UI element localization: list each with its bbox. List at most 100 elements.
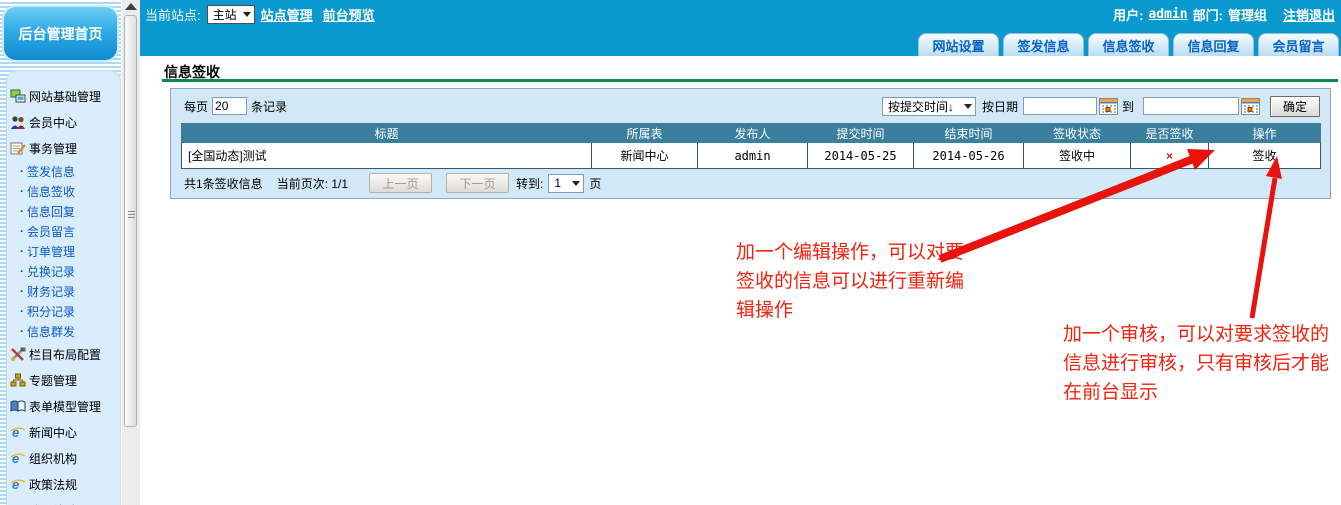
receive-action-link[interactable]: 签收 [1209, 143, 1321, 169]
sidebar-item-affairs[interactable]: 事务管理 [7, 135, 120, 161]
sidebar: 后台管理首页 网站基础管理 会员中心 事务管理 签发信息 信息签收 信息回复 会… [0, 0, 121, 505]
sidebar-item-mass-message[interactable]: 信息群发 [7, 321, 120, 341]
sidebar-item-purchase-subsidy[interactable]: e 购置补贴 [7, 497, 120, 505]
col-status: 签收状态 [1024, 124, 1131, 143]
date-to-input[interactable] [1143, 97, 1239, 115]
sidebar-item-exchange-record[interactable]: 兑换记录 [7, 261, 120, 281]
sidebar-item-info-receive[interactable]: 信息签收 [7, 181, 120, 201]
per-page-suffix: 条记录 [251, 98, 287, 115]
sidebar-item-label: 组织机构 [29, 450, 77, 467]
site-select-value: 主站 [213, 6, 237, 23]
scroll-up-icon[interactable] [125, 3, 137, 10]
username-link[interactable]: admin [1148, 7, 1187, 22]
annotation-edit-note: 加一个编辑操作，可以对要签收的信息可以进行重新编辑操作 [736, 238, 974, 325]
date-to-label: 到 [1122, 98, 1134, 115]
sidebar-item-label: 网站基础管理 [29, 88, 101, 105]
ie-icon: e [10, 425, 26, 440]
chevron-down-icon [964, 104, 972, 109]
sidebar-home-button[interactable]: 后台管理首页 [2, 5, 119, 62]
current-page: 当前页次: 1/1 [277, 175, 348, 192]
sidebar-item-label: 政策法规 [29, 476, 77, 493]
sidebar-item-organization[interactable]: e 组织机构 [7, 445, 120, 471]
col-belong-table: 所属表 [592, 124, 698, 143]
sidebar-item-member-message[interactable]: 会员留言 [7, 221, 120, 241]
col-title: 标题 [182, 124, 592, 143]
col-action: 操作 [1209, 124, 1321, 143]
topbar: 当前站点: 主站 站点管理 前台预览 用户: admin 部门: 管理组 注销退… [140, 0, 1341, 29]
col-received: 是否签收 [1131, 124, 1209, 143]
tab-member-message[interactable]: 会员留言 [1258, 33, 1339, 56]
sidebar-item-label: 订单管理 [27, 243, 75, 260]
sidebar-item-news-center[interactable]: e 新闻中心 [7, 419, 120, 445]
sidebar-item-label: 兑换记录 [27, 263, 75, 280]
sidebar-item-sign-issue[interactable]: 签发信息 [7, 161, 120, 181]
tab-info-receive[interactable]: 信息签收 [1088, 33, 1169, 56]
sidebar-item-label: 表单模型管理 [29, 398, 101, 415]
front-preview-link[interactable]: 前台预览 [323, 5, 375, 24]
date-from-input[interactable] [1023, 97, 1097, 115]
cell-title: [全国动态]测试 [182, 143, 592, 169]
sidebar-item-topics[interactable]: 专题管理 [7, 367, 120, 393]
logout-link[interactable]: 注销退出 [1283, 5, 1335, 24]
goto-page-value: 1 [554, 176, 561, 190]
sidebar-home-label: 后台管理首页 [19, 24, 103, 44]
sidebar-item-label: 信息群发 [27, 323, 75, 340]
tab-label: 会员留言 [1272, 36, 1324, 55]
sidebar-item-label: 签发信息 [27, 163, 75, 180]
total-count: 共1条签收信息 [184, 175, 263, 192]
per-page-input[interactable] [212, 97, 247, 115]
sidebar-item-finance-record[interactable]: 财务记录 [7, 281, 120, 301]
annotation-audit-note: 加一个审核，可以对要求签收的信息进行审核，只有审核后才能在前台显示 [1063, 320, 1331, 407]
sidebar-item-site-base[interactable]: 网站基础管理 [7, 83, 120, 109]
members-icon [10, 115, 26, 130]
sidebar-item-label: 新闻中心 [29, 424, 77, 441]
sidebar-item-label: 会员留言 [27, 223, 75, 240]
sidebar-item-order-manage[interactable]: 订单管理 [7, 241, 120, 261]
pagination: 共1条签收信息 当前页次: 1/1 上一页 下一页 转到: 1 页 [184, 173, 601, 193]
goto-page-select[interactable]: 1 [548, 174, 584, 193]
sidebar-item-label: 购置补贴 [29, 502, 77, 505]
calendar-icon[interactable] [1241, 98, 1260, 115]
records-table: 标题 所属表 发布人 提交时间 结束时间 签收状态 是否签收 操作 [全国动态]… [181, 123, 1321, 169]
records-panel: 每页 条记录 按提交时间↓ 按日期 到 确定 [170, 88, 1331, 199]
tab-bar: 网站设置 签发信息 信息签收 信息回复 会员留言 [140, 29, 1341, 56]
topics-icon [10, 373, 26, 388]
svg-text:e: e [12, 425, 19, 440]
table-row: [全国动态]测试 新闻中心 admin 2014-05-25 2014-05-2… [182, 143, 1321, 169]
tab-site-settings[interactable]: 网站设置 [918, 33, 999, 56]
sidebar-item-points-record[interactable]: 积分记录 [7, 301, 120, 321]
col-submit-time: 提交时间 [808, 124, 914, 143]
sort-select-value: 按提交时间↓ [888, 98, 954, 115]
sidebar-item-form-model[interactable]: 表单模型管理 [7, 393, 120, 419]
sidebar-menu: 网站基础管理 会员中心 事务管理 签发信息 信息签收 信息回复 会员留言 订单管… [6, 70, 121, 505]
prev-page-button[interactable]: 上一页 [369, 173, 432, 193]
site-manage-link[interactable]: 站点管理 [261, 5, 313, 24]
tab-info-reply[interactable]: 信息回复 [1173, 33, 1254, 56]
affairs-icon [10, 141, 26, 156]
tab-sign-issue[interactable]: 签发信息 [1003, 33, 1084, 56]
sidebar-item-label: 事务管理 [29, 140, 77, 157]
col-end-time: 结束时间 [914, 124, 1024, 143]
site-base-icon [10, 89, 26, 104]
sidebar-item-member-center[interactable]: 会员中心 [7, 109, 120, 135]
sidebar-scrollbar[interactable] [121, 0, 140, 505]
site-select[interactable]: 主站 [207, 5, 255, 24]
dept-value: 管理组 [1228, 5, 1267, 24]
layout-config-icon [10, 347, 26, 362]
scrollbar-thumb[interactable] [124, 15, 137, 427]
sidebar-item-label: 专题管理 [29, 372, 77, 389]
cell-submit-time: 2014-05-25 [808, 143, 914, 169]
next-page-button[interactable]: 下一页 [446, 173, 509, 193]
ie-icon: e [10, 477, 26, 492]
current-site-label: 当前站点: [145, 5, 201, 24]
content-area: 信息签收 每页 条记录 按提交时间↓ 按日期 到 确定 [140, 56, 1341, 505]
calendar-icon[interactable] [1099, 98, 1118, 115]
sidebar-item-policy[interactable]: e 政策法规 [7, 471, 120, 497]
title-rule [162, 79, 1338, 82]
tab-label: 网站设置 [932, 36, 984, 55]
sidebar-item-layout-config[interactable]: 栏目布局配置 [7, 341, 120, 367]
confirm-button[interactable]: 确定 [1270, 96, 1320, 117]
sidebar-item-info-reply[interactable]: 信息回复 [7, 201, 120, 221]
filter-row: 每页 条记录 按提交时间↓ 按日期 到 确定 [171, 89, 1330, 120]
sort-select[interactable]: 按提交时间↓ [882, 97, 976, 116]
